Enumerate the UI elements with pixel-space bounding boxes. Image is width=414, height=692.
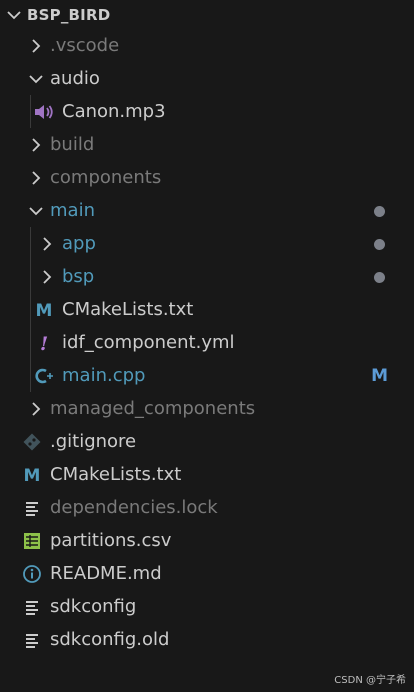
modified-dot-icon xyxy=(374,206,385,217)
audio-icon xyxy=(33,101,55,123)
folder-row-main[interactable]: main xyxy=(0,195,414,228)
chevron-down-icon xyxy=(27,70,45,88)
git-icon xyxy=(21,431,43,453)
item-label: README.md xyxy=(50,563,162,584)
item-label: sdkconfig.old xyxy=(50,629,170,650)
cpp-icon xyxy=(33,365,55,387)
chevron-right-icon xyxy=(27,136,45,154)
chevron-down-icon xyxy=(7,11,21,20)
item-label: managed_components xyxy=(50,398,256,419)
explorer-tree: BSP_BIRD .vscode audio Canon.mp3 build compo… xyxy=(0,0,414,692)
lines-icon xyxy=(21,596,43,618)
root-folder-title: BSP_BIRD xyxy=(27,6,111,24)
file-row-cmakelists-txt[interactable]: M CMakeLists.txt xyxy=(0,294,414,327)
info-icon xyxy=(21,563,43,585)
svg-text:M: M xyxy=(36,301,53,321)
item-label: audio xyxy=(50,68,100,89)
item-label: Canon.mp3 xyxy=(62,101,166,122)
file-row-sdkconfig-old[interactable]: sdkconfig.old xyxy=(0,624,414,657)
file-row-readme-md[interactable]: README.md xyxy=(0,558,414,591)
item-label: bsp xyxy=(62,266,95,287)
item-label: CMakeLists.txt xyxy=(50,464,182,485)
item-label: sdkconfig xyxy=(50,596,137,617)
chevron-right-icon xyxy=(27,169,45,187)
root-folder-header[interactable]: BSP_BIRD xyxy=(0,0,414,30)
item-label: main.cpp xyxy=(62,365,146,386)
file-row-cmakelists-txt[interactable]: M CMakeLists.txt xyxy=(0,459,414,492)
item-label: components xyxy=(50,167,162,188)
item-label: app xyxy=(62,233,96,254)
svg-text:M: M xyxy=(24,466,41,486)
lines-icon xyxy=(21,497,43,519)
file-row-sdkconfig[interactable]: sdkconfig xyxy=(0,591,414,624)
item-label: .vscode xyxy=(50,35,120,56)
item-label: dependencies.lock xyxy=(50,497,218,518)
folder-row-components[interactable]: components xyxy=(0,162,414,195)
csv-icon xyxy=(21,530,43,552)
file-row-idf-component-yml[interactable]: ! idf_component.yml xyxy=(0,327,414,360)
item-label: .gitignore xyxy=(50,431,137,452)
modified-dot-icon xyxy=(374,272,385,283)
folder-row-managed-components[interactable]: managed_components xyxy=(0,393,414,426)
file-row-partitions-csv[interactable]: partitions.csv xyxy=(0,525,414,558)
git-status-badge: M xyxy=(371,366,388,386)
file-row-gitignore[interactable]: .gitignore xyxy=(0,426,414,459)
svg-text:!: ! xyxy=(40,333,48,354)
item-label: idf_component.yml xyxy=(62,332,235,353)
chevron-right-icon xyxy=(38,268,56,286)
folder-row-app[interactable]: app xyxy=(0,228,414,261)
folder-row-build[interactable]: build xyxy=(0,129,414,162)
item-label: build xyxy=(50,134,95,155)
file-row-main-cpp[interactable]: main.cpp M xyxy=(0,360,414,393)
item-label: CMakeLists.txt xyxy=(62,299,194,320)
folder-row-audio[interactable]: audio xyxy=(0,63,414,96)
chevron-right-icon xyxy=(38,235,56,253)
watermark: CSDN @宁子希 xyxy=(334,675,406,686)
item-label: partitions.csv xyxy=(50,530,172,551)
folder-row-bsp[interactable]: bsp xyxy=(0,261,414,294)
lines-icon xyxy=(21,629,43,651)
chevron-right-icon xyxy=(27,400,45,418)
cmake-icon: M xyxy=(33,299,55,321)
yaml-icon: ! xyxy=(33,332,55,354)
modified-dot-icon xyxy=(374,239,385,250)
file-row-canon-mp3[interactable]: Canon.mp3 xyxy=(0,96,414,129)
folder-row-vscode[interactable]: .vscode xyxy=(0,30,414,63)
cmake-icon: M xyxy=(21,464,43,486)
chevron-down-icon xyxy=(27,202,45,220)
item-label: main xyxy=(50,200,95,221)
chevron-right-icon xyxy=(27,37,45,55)
file-row-dependencies-lock[interactable]: dependencies.lock xyxy=(0,492,414,525)
